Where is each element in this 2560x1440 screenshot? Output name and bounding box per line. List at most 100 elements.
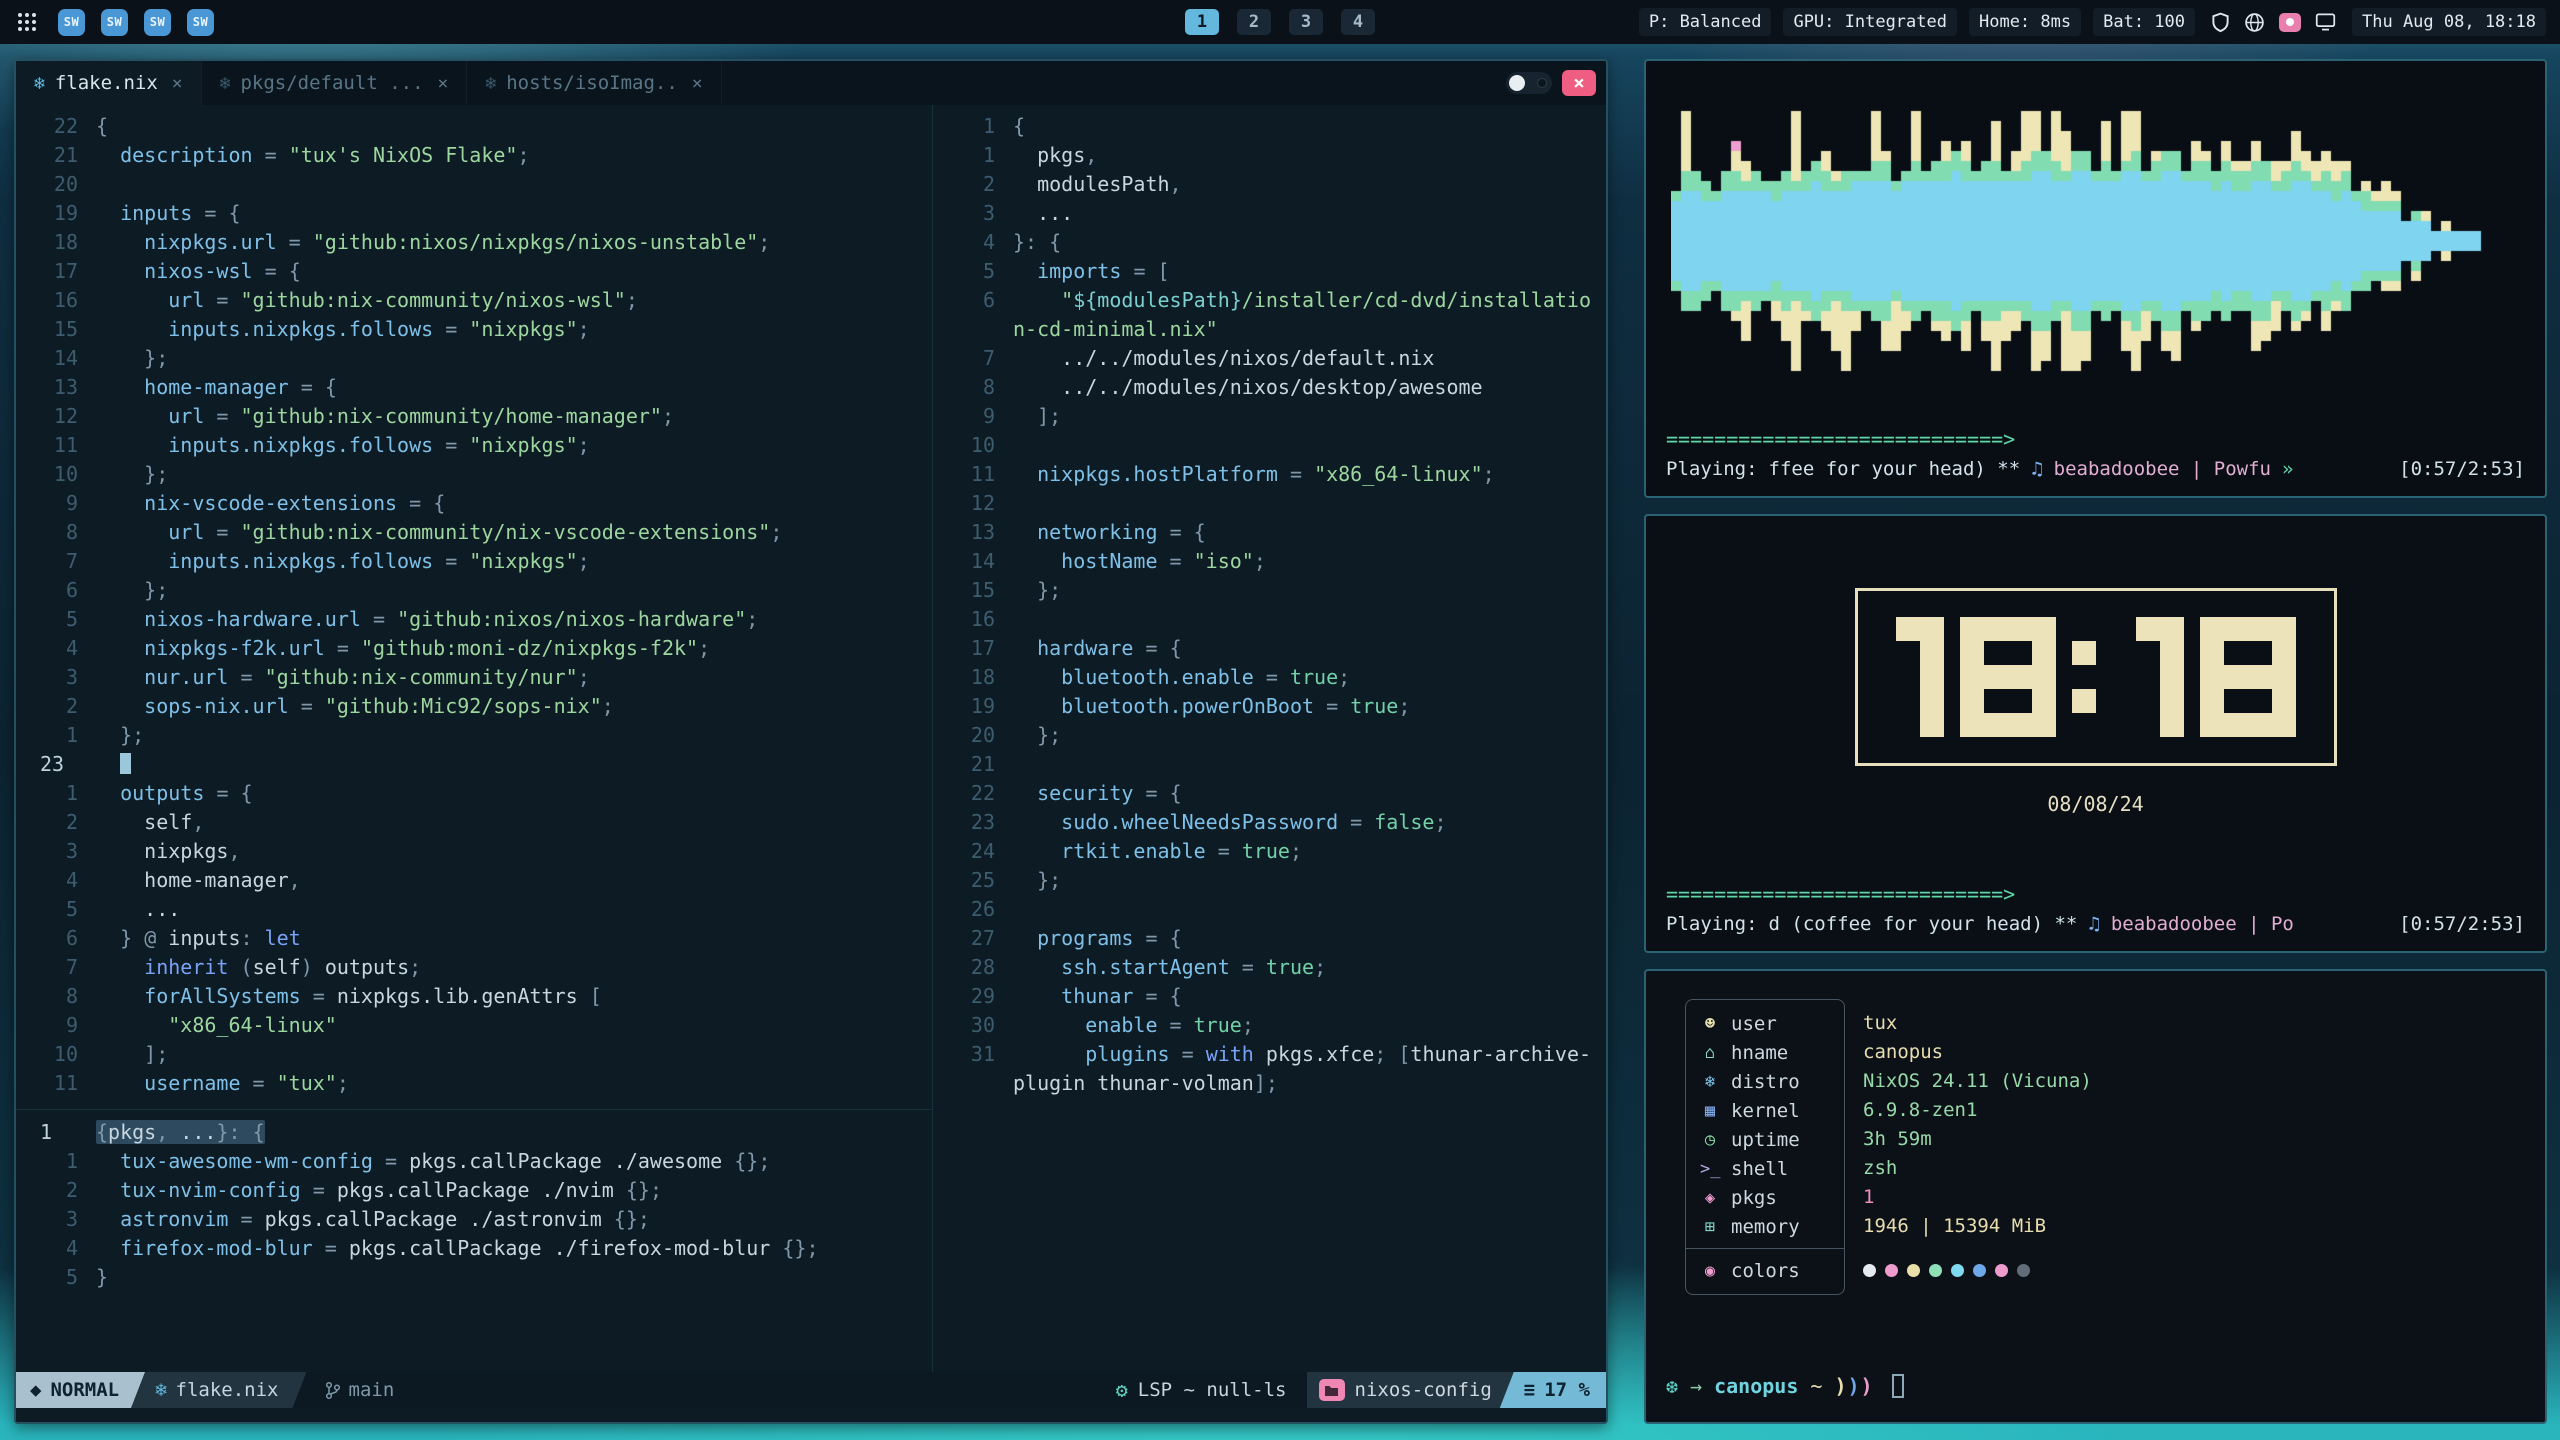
code-line[interactable]: 4 home-manager, xyxy=(32,866,932,895)
code-line[interactable]: plugin thunar-volman]; xyxy=(949,1069,1606,1098)
code-line[interactable]: 22{ xyxy=(32,112,932,141)
code-line[interactable]: 7 inputs.nixpkgs.follows = "nixpkgs"; xyxy=(32,547,932,576)
code-line[interactable]: 2 tux-nvim-config = pkgs.callPackage ./n… xyxy=(32,1176,932,1205)
code-line[interactable]: 17 hardware = { xyxy=(949,634,1606,663)
code-line[interactable]: 15 inputs.nixpkgs.follows = "nixpkgs"; xyxy=(32,315,932,344)
globe-icon[interactable] xyxy=(2244,12,2265,33)
code-line[interactable]: 6 "${modulesPath}/installer/cd-dvd/insta… xyxy=(949,286,1606,315)
code-line[interactable]: 21 xyxy=(949,750,1606,779)
code-line[interactable]: 3 ... xyxy=(949,199,1606,228)
code-line[interactable]: 5 imports = [ xyxy=(949,257,1606,286)
shield-icon[interactable] xyxy=(2211,12,2230,33)
workspace-launcher-2[interactable]: SW xyxy=(101,9,128,36)
code-line[interactable]: 14 hostName = "iso"; xyxy=(949,547,1606,576)
status-widgets: P: BalancedGPU: IntegratedHome: 8msBat: … xyxy=(1639,8,2195,36)
code-line[interactable]: 30 enable = true; xyxy=(949,1011,1606,1040)
editor-tab[interactable]: ❄hosts/isoImag..× xyxy=(467,61,721,105)
code-line[interactable]: 12 xyxy=(949,489,1606,518)
tag-1[interactable]: 1 xyxy=(1185,9,1219,35)
editor-tab[interactable]: ❄pkgs/default ...× xyxy=(202,61,468,105)
tab-close-icon[interactable]: × xyxy=(172,73,183,94)
code-line[interactable]: 1 pkgs, xyxy=(949,141,1606,170)
code-line[interactable]: 6 } @ inputs: let xyxy=(32,924,932,953)
code-line[interactable]: 23 sudo.wheelNeedsPassword = false; xyxy=(949,808,1606,837)
code-line[interactable]: 18 bluetooth.enable = true; xyxy=(949,663,1606,692)
code-line[interactable]: 2 sops-nix.url = "github:Mic92/sops-nix"… xyxy=(32,692,932,721)
code-line[interactable]: 23 xyxy=(32,750,932,779)
code-line[interactable]: 1 outputs = { xyxy=(32,779,932,808)
code-line[interactable]: 1 }; xyxy=(32,721,932,750)
code-line[interactable]: 21 description = "tux's NixOS Flake"; xyxy=(32,141,932,170)
code-line[interactable]: 10 }; xyxy=(32,460,932,489)
code-line[interactable]: 6 }; xyxy=(32,576,932,605)
code-line[interactable]: 20 }; xyxy=(949,721,1606,750)
app-launcher-icon[interactable] xyxy=(14,9,40,35)
code-line[interactable]: 17 nixos-wsl = { xyxy=(32,257,932,286)
code-line[interactable]: 27 programs = { xyxy=(949,924,1606,953)
code-line[interactable]: 9 nix-vscode-extensions = { xyxy=(32,489,932,518)
code-line[interactable]: 28 ssh.startAgent = true; xyxy=(949,953,1606,982)
code-line[interactable]: 4}: { xyxy=(949,228,1606,257)
code-line[interactable]: n-cd-minimal.nix" xyxy=(949,315,1606,344)
code-line[interactable]: 8 url = "github:nix-community/nix-vscode… xyxy=(32,518,932,547)
monitor-icon[interactable] xyxy=(2315,12,2336,32)
workspace-launcher-1[interactable]: SW xyxy=(58,9,85,36)
code-line[interactable]: 3 nur.url = "github:nix-community/nur"; xyxy=(32,663,932,692)
shell-prompt[interactable]: ❆ → canopus ~ ))) xyxy=(1666,1374,2525,1402)
code-line[interactable]: 19 inputs = { xyxy=(32,199,932,228)
code-line[interactable]: 11 inputs.nixpkgs.follows = "nixpkgs"; xyxy=(32,431,932,460)
code-line[interactable]: 2 self, xyxy=(32,808,932,837)
code-line[interactable]: 7 ../../modules/nixos/default.nix xyxy=(949,344,1606,373)
code-line[interactable]: 18 nixpkgs.url = "github:nixos/nixpkgs/n… xyxy=(32,228,932,257)
code-line[interactable]: 24 rtkit.enable = true; xyxy=(949,837,1606,866)
code-line[interactable]: 1{pkgs, ...}: { xyxy=(32,1118,932,1147)
screenshot-icon[interactable] xyxy=(2279,13,2301,32)
code-line[interactable]: 4 firefox-mod-blur = pkgs.callPackage ./… xyxy=(32,1234,932,1263)
code-line[interactable]: 9 ]; xyxy=(949,402,1606,431)
code-line[interactable]: 20 xyxy=(32,170,932,199)
code-line[interactable]: 4 nixpkgs-f2k.url = "github:moni-dz/nixp… xyxy=(32,634,932,663)
code-line[interactable]: 10 xyxy=(949,431,1606,460)
code-line[interactable]: 13 home-manager = { xyxy=(32,373,932,402)
code-line[interactable]: 3 astronvim = pkgs.callPackage ./astronv… xyxy=(32,1205,932,1234)
tag-4[interactable]: 4 xyxy=(1341,9,1375,35)
tag-2[interactable]: 2 xyxy=(1237,9,1271,35)
code-line[interactable]: 10 ]; xyxy=(32,1040,932,1069)
code-line[interactable]: 9 "x86_64-linux" xyxy=(32,1011,932,1040)
theme-toggle[interactable] xyxy=(1506,72,1552,94)
code-line[interactable]: 1 tux-awesome-wm-config = pkgs.callPacka… xyxy=(32,1147,932,1176)
code-line[interactable]: 15 }; xyxy=(949,576,1606,605)
code-line[interactable]: 8 forAllSystems = nixpkgs.lib.genAttrs [ xyxy=(32,982,932,1011)
code-line[interactable]: 5 ... xyxy=(32,895,932,924)
code-line[interactable]: 16 xyxy=(949,605,1606,634)
code-line[interactable]: 7 inherit (self) outputs; xyxy=(32,953,932,982)
tab-close-icon[interactable]: × xyxy=(692,73,703,94)
editor-tab[interactable]: ❄flake.nix× xyxy=(16,61,202,105)
code-line[interactable]: 29 thunar = { xyxy=(949,982,1606,1011)
code-line[interactable]: 13 networking = { xyxy=(949,518,1606,547)
workspace-launcher-4[interactable]: SW xyxy=(187,9,214,36)
code-line[interactable]: 3 nixpkgs, xyxy=(32,837,932,866)
prompt-chevron: ) xyxy=(1861,1374,1874,1398)
code-line[interactable]: 16 url = "github:nix-community/nixos-wsl… xyxy=(32,286,932,315)
tab-close-icon[interactable]: × xyxy=(438,73,449,94)
code-line[interactable]: 19 bluetooth.powerOnBoot = true; xyxy=(949,692,1606,721)
code-line[interactable]: 25 }; xyxy=(949,866,1606,895)
code-line[interactable]: 5} xyxy=(32,1263,932,1292)
command-line[interactable] xyxy=(16,1408,1606,1422)
tag-3[interactable]: 3 xyxy=(1289,9,1323,35)
workspace-launcher-3[interactable]: SW xyxy=(144,9,171,36)
code-line[interactable]: 1{ xyxy=(949,112,1606,141)
code-line[interactable]: 31 plugins = with pkgs.xfce; [thunar-arc… xyxy=(949,1040,1606,1069)
code-line[interactable]: 8 ../../modules/nixos/desktop/awesome xyxy=(949,373,1606,402)
code-line[interactable]: 22 security = { xyxy=(949,779,1606,808)
code-line[interactable]: 12 url = "github:nix-community/home-mana… xyxy=(32,402,932,431)
code-line[interactable]: 11 username = "tux"; xyxy=(32,1069,932,1098)
code-line[interactable]: 26 xyxy=(949,895,1606,924)
close-button[interactable]: × xyxy=(1562,70,1596,96)
terminal-window[interactable]: ☻user⌂hname❄distro▦kernel◷uptime>_shell◈… xyxy=(1644,969,2547,1424)
code-line[interactable]: 5 nixos-hardware.url = "github:nixos/nix… xyxy=(32,605,932,634)
code-line[interactable]: 2 modulesPath, xyxy=(949,170,1606,199)
code-line[interactable]: 11 nixpkgs.hostPlatform = "x86_64-linux"… xyxy=(949,460,1606,489)
code-line[interactable]: 14 }; xyxy=(32,344,932,373)
